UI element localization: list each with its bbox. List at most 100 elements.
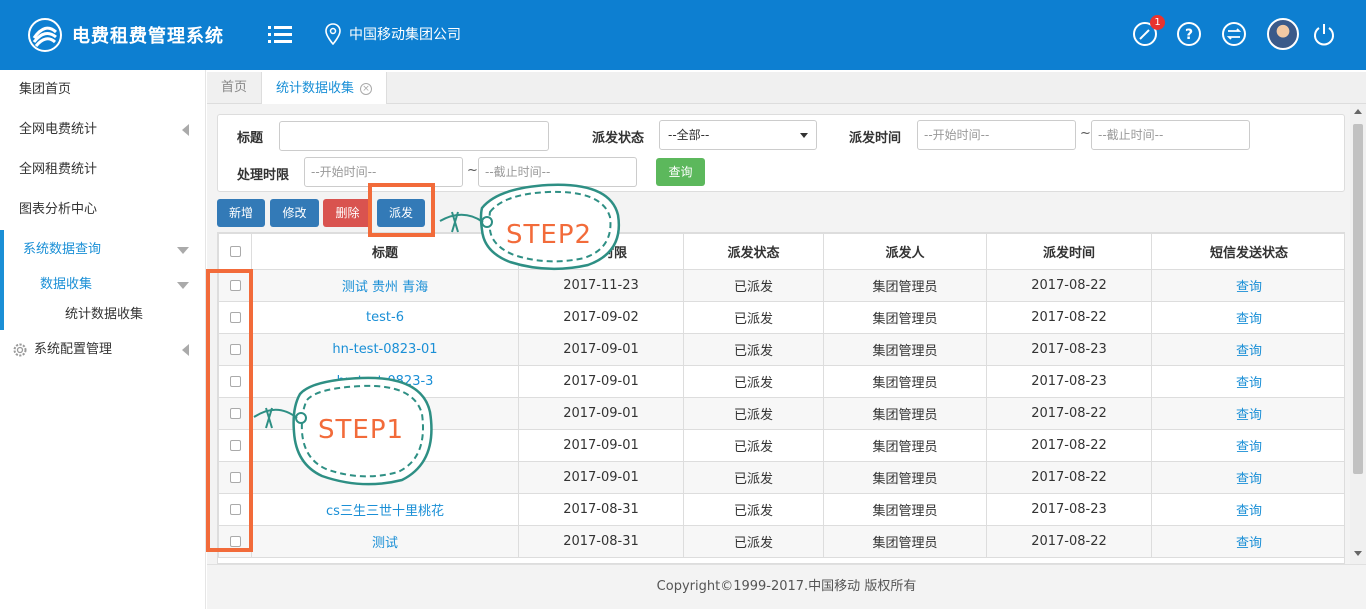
select-all-checkbox[interactable]: [229, 246, 241, 257]
sms-query-link[interactable]: 查询: [1151, 525, 1344, 558]
table-row[interactable]: test-6 2017-09-02 已派发 集团管理员 2017-08-22 查询: [218, 301, 1344, 334]
table-row[interactable]: hn-test-0823-01 2017-09-01 已派发 集团管理员 2017-08…: [218, 333, 1344, 366]
status-cell-text: 已派发: [733, 504, 773, 519]
dispatch-time-label: 派发时间: [849, 131, 902, 146]
title-cell-text[interactable]: 测试 贵州 青海: [342, 280, 428, 295]
dispatch-time-cell-text: 2017-08-22: [1031, 438, 1107, 453]
tab-stat-collection[interactable]: 统计数据收集 ×: [262, 72, 388, 105]
sidebar-item-data-query[interactable]: 系统数据查询: [0, 230, 205, 270]
sms-query-link-text[interactable]: 查询: [1236, 472, 1262, 487]
scroll-thumb[interactable]: [1353, 124, 1363, 474]
sidebar-subitem-stat-collection[interactable]: 统计数据收集: [0, 300, 205, 330]
power-icon[interactable]: [1310, 20, 1338, 48]
status-cell: 已派发: [683, 461, 824, 494]
status-cell: 已派发: [683, 365, 824, 398]
status-cell-text: 已派发: [733, 440, 773, 455]
deadline-cell-text: 2017-09-01: [563, 470, 639, 485]
title-input[interactable]: [279, 121, 549, 151]
sidebar-item-rent-stats[interactable]: 全网租费统计: [0, 150, 205, 190]
title-cell-text[interactable]: 测试: [372, 536, 398, 551]
scroll-up-arrow-icon[interactable]: [1354, 109, 1362, 114]
deadline-cell-text: 2017-09-01: [563, 374, 639, 389]
sms-query-link-text[interactable]: 查询: [1236, 280, 1262, 295]
dispatcher-cell-text: 集团管理员: [872, 472, 938, 487]
tab-home[interactable]: 首页: [207, 72, 263, 104]
page-scrollbar[interactable]: [1350, 104, 1366, 564]
dispatcher-cell-text: 集团管理员: [872, 440, 938, 455]
sms-query-link[interactable]: 查询: [1151, 397, 1344, 430]
status-cell: 已派发: [683, 333, 824, 366]
dispatch-time-cell-text: 2017-08-22: [1031, 278, 1107, 293]
sidebar-item-chart-center[interactable]: 图表分析中心: [0, 190, 205, 230]
sms-query-link[interactable]: 查询: [1151, 269, 1344, 302]
chevron-left-icon: [182, 124, 189, 136]
status-cell: 已派发: [683, 301, 824, 334]
deadline-cell: 2017-09-02: [518, 301, 684, 334]
title-cell-text[interactable]: test-6: [366, 310, 404, 325]
dispatch-start-input[interactable]: --开始时间--: [917, 120, 1076, 150]
help-icon[interactable]: ?: [1175, 20, 1203, 48]
title-cell[interactable]: hn-test-0823-01: [251, 333, 519, 366]
sms-query-link-text[interactable]: 查询: [1236, 344, 1262, 359]
sms-query-link-text[interactable]: 查询: [1236, 376, 1262, 391]
sms-query-link-text[interactable]: 查询: [1236, 440, 1262, 455]
switch-icon[interactable]: [1220, 20, 1248, 48]
sms-query-link-text[interactable]: 查询: [1236, 504, 1262, 519]
dispatch-time-cell-text: 2017-08-23: [1031, 502, 1107, 517]
add-button[interactable]: 新增: [217, 199, 265, 227]
title-cell-text[interactable]: cs三生三世十里桃花: [326, 504, 444, 519]
sms-query-link[interactable]: 查询: [1151, 333, 1344, 366]
dispatcher-cell: 集团管理员: [823, 301, 987, 334]
sidebar-item-electricity-stats[interactable]: 全网电费统计: [0, 110, 205, 150]
scroll-down-arrow-icon[interactable]: [1354, 551, 1362, 556]
status-select[interactable]: --全部--: [659, 120, 817, 150]
user-avatar[interactable]: [1267, 18, 1299, 50]
table-row[interactable]: 测试 贵州 青海 2017-11-23 已派发 集团管理员 2017-08-22 查询: [218, 269, 1344, 302]
table-row[interactable]: cs三生三世十里桃花 2017-08-31 已派发 集团管理员 2017-08-23 查询: [218, 493, 1344, 526]
dispatch-time-cell: 2017-08-22: [986, 525, 1152, 558]
dispatch-end-input[interactable]: --截止时间--: [1091, 120, 1250, 150]
title-cell[interactable]: test-6: [251, 301, 519, 334]
column-header[interactable]: 派发人: [823, 233, 987, 270]
delete-button[interactable]: 删除: [323, 199, 372, 227]
column-header[interactable]: 派发时间: [986, 233, 1152, 270]
sms-query-link-text[interactable]: 查询: [1236, 536, 1262, 551]
company-selector[interactable]: 中国移动集团公司: [325, 23, 461, 45]
dispatch-time-cell-text: 2017-08-23: [1031, 374, 1107, 389]
title-cell-text[interactable]: hn-test-0823-01: [332, 342, 437, 357]
status-cell: 已派发: [683, 525, 824, 558]
dispatcher-cell-text: 集团管理员: [872, 344, 938, 359]
dispatch-time-cell-text: 2017-08-22: [1031, 406, 1107, 421]
search-button[interactable]: 查询: [656, 158, 705, 186]
sms-query-link-text[interactable]: 查询: [1236, 312, 1262, 327]
title-cell[interactable]: 测试: [251, 525, 519, 558]
footer-copyright: Copyright©1999-2017.中国移动 版权所有: [207, 564, 1366, 609]
sidebar-subitem-data-collection[interactable]: 数据收集: [0, 270, 205, 300]
dispatch-time-cell: 2017-08-22: [986, 461, 1152, 494]
deadline-cell: 2017-09-01: [518, 333, 684, 366]
column-header[interactable]: 派发状态: [683, 233, 824, 270]
sidebar: 集团首页 全网电费统计 全网租费统计 图表分析中心 系统数据查询 数据收集 统计…: [0, 70, 206, 609]
sms-query-link[interactable]: 查询: [1151, 301, 1344, 334]
status-label: 派发状态: [592, 131, 645, 146]
deadline-cell: 2017-09-01: [518, 461, 684, 494]
sms-query-link[interactable]: 查询: [1151, 461, 1344, 494]
deadline-cell: 2017-09-01: [518, 365, 684, 398]
sidebar-item-home[interactable]: 集团首页: [0, 70, 205, 110]
chevron-left-icon: [182, 344, 189, 356]
title-cell[interactable]: cs三生三世十里桃花: [251, 493, 519, 526]
sms-query-link[interactable]: 查询: [1151, 365, 1344, 398]
close-icon[interactable]: ×: [360, 82, 373, 95]
edit-button[interactable]: 修改: [270, 199, 319, 227]
sidebar-item-system-config[interactable]: 系统配置管理: [0, 330, 205, 370]
deadline-cell-text: 2017-08-31: [563, 534, 639, 549]
column-header[interactable]: 短信发送状态: [1151, 233, 1344, 270]
status-cell: 已派发: [683, 429, 824, 462]
table-row[interactable]: 测试 2017-08-31 已派发 集团管理员 2017-08-22 查询: [218, 525, 1344, 558]
dispatch-time-cell: 2017-08-22: [986, 301, 1152, 334]
sms-query-link-text[interactable]: 查询: [1236, 408, 1262, 423]
menu-list-icon[interactable]: [268, 24, 292, 46]
sms-query-link[interactable]: 查询: [1151, 493, 1344, 526]
sms-query-link[interactable]: 查询: [1151, 429, 1344, 462]
top-header: 电费租费管理系统 中国移动集团公司 1 ?: [0, 0, 1366, 70]
